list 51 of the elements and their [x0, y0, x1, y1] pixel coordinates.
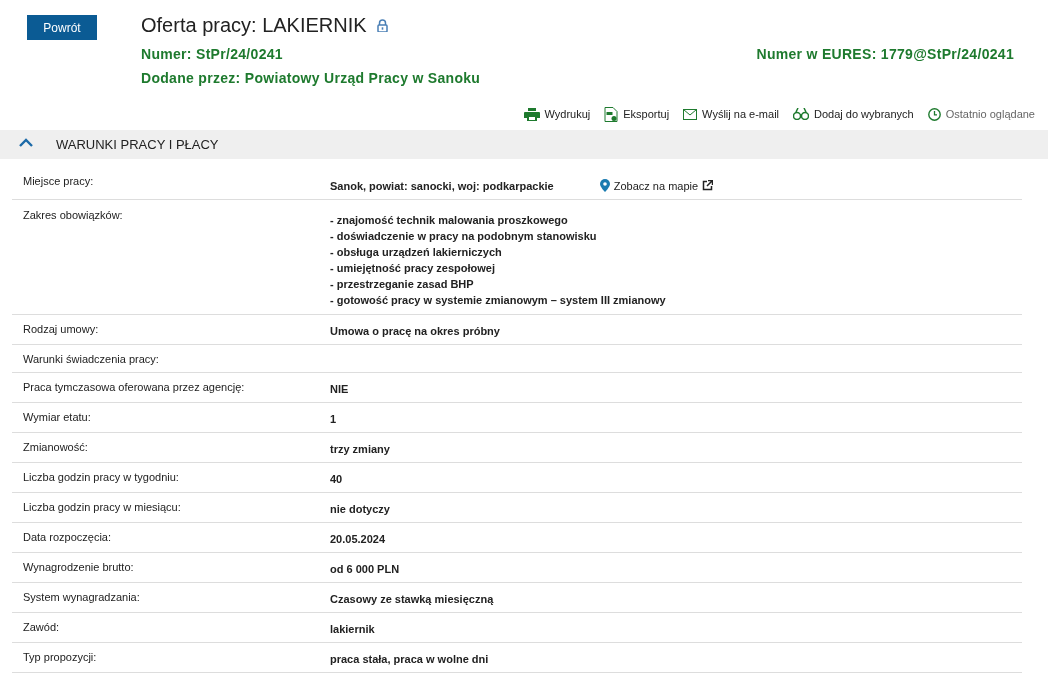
field-label: Rodzaj umowy:: [22, 323, 100, 335]
field-value: Umowa o pracę na okres próbny: [330, 325, 500, 337]
field-value: 40: [330, 473, 343, 485]
field-value: praca stała, praca w wolne dni: [330, 653, 489, 665]
field-value: - przestrzeganie zasad BHP: [330, 278, 474, 290]
field-label: System wynagradzania:: [22, 591, 141, 603]
field-value: - gotowość pracy w systemie zmianowym – system III zmianowy: [330, 294, 666, 306]
action-link[interactable]: Ostatnio oglądane: [927, 106, 1035, 122]
field-label: Praca tymczasowa oferowana przez agencję:: [22, 381, 246, 393]
field-label: Liczba godzin pracy w tygodniu:: [22, 471, 180, 483]
field-label: Zakres obowiązków:: [22, 209, 124, 221]
field-value: NIE: [330, 383, 349, 395]
offer-number: Numer: StPr/24/0241: [141, 46, 283, 62]
field-value: Czasowy ze stawką miesięczną: [330, 593, 494, 605]
envelope-icon: [683, 108, 698, 120]
printer-icon: [523, 107, 540, 121]
field-value: trzy zmiany: [330, 443, 390, 455]
field-label: Data rozpoczęcia:: [22, 531, 113, 543]
added-by: Dodane przez: Powiatowy Urząd Pracy w Sanoku: [141, 70, 481, 86]
pdf-file-icon: [604, 106, 619, 122]
field-label: Warunki świadczenia pracy:: [22, 353, 160, 365]
binoculars-icon: [793, 108, 810, 120]
field-value: - obsługa urządzeń lakierniczych: [330, 246, 502, 258]
field-label: Zawód:: [22, 621, 61, 633]
field-label: Miejsce pracy:: [22, 175, 95, 187]
back-button[interactable]: Powrót: [27, 15, 97, 40]
page-title: Oferta pracy: LAKIERNIK: [141, 13, 367, 37]
field-value: - znajomość technik malowania proszkowego: [330, 214, 568, 226]
eures-number: Numer w EURES: 1779@StPr/24/0241: [756, 46, 1014, 62]
action-link[interactable]: Wydrukuj: [523, 106, 591, 122]
field-value: nie dotyczy: [330, 503, 390, 515]
map-link[interactable]: Zobacz na mapie: [599, 179, 714, 192]
action-link[interactable]: Eksportuj: [604, 106, 670, 122]
field-value: 1: [330, 413, 337, 425]
map-pin-icon: [599, 179, 610, 192]
clock-icon: [927, 107, 941, 121]
field-label: Wymiar etatu:: [22, 411, 92, 423]
field-value: - umiejętność pracy zespołowej: [330, 262, 496, 274]
field-label: Typ propozycji:: [22, 651, 98, 663]
action-link[interactable]: Dodaj do wybranych: [793, 106, 914, 122]
field-value: Sanok, powiat: sanocki, woj: podkarpackie: [330, 179, 554, 192]
field-label: Wynagrodzenie brutto:: [22, 561, 135, 573]
field-value: 20.05.2024: [330, 533, 386, 545]
field-label: Liczba godzin pracy w miesiącu:: [22, 501, 182, 513]
field-value: lakiernik: [330, 623, 375, 635]
external-link-icon: [702, 180, 714, 191]
section-title: WARUNKI PRACY I PŁACY: [56, 137, 219, 152]
field-value: - doświadczenie w pracy na podobnym stanowisku: [330, 230, 597, 242]
field-value: od 6 000 PLN: [330, 563, 400, 575]
field-label: Zmianowość:: [22, 441, 89, 453]
action-link[interactable]: Wyślij na e-mail: [683, 106, 780, 122]
